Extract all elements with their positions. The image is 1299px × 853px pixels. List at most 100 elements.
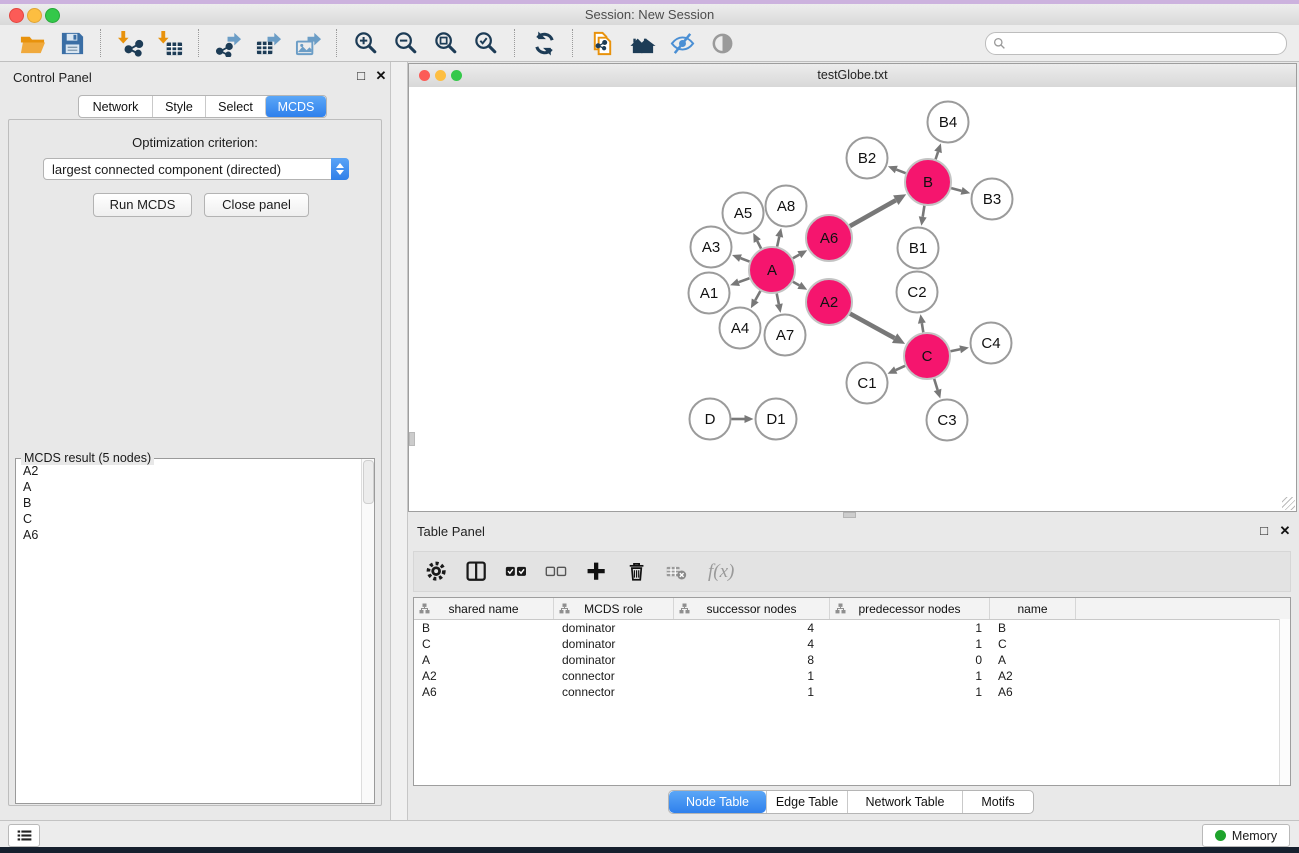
zoom-fit-icon[interactable]: [431, 28, 461, 58]
zoom-selected-icon[interactable]: [471, 28, 501, 58]
control-panel-close-icon[interactable]: ✕: [373, 68, 389, 84]
tab-node-table[interactable]: Node Table: [669, 791, 766, 813]
graph-node-B1[interactable]: B1: [898, 228, 939, 269]
mcds-result-item[interactable]: A: [23, 479, 362, 495]
import-network-icon[interactable]: [115, 28, 145, 58]
function-builder-icon[interactable]: f(x): [708, 561, 734, 583]
table-row[interactable]: Bdominator41B: [414, 620, 1290, 636]
column-header-MCDS-role[interactable]: MCDS role: [554, 598, 674, 619]
table-row[interactable]: Adominator80A: [414, 652, 1290, 668]
optimization-criterion-select[interactable]: largest connected component (directed): [43, 158, 349, 180]
graph-edge-B-B2[interactable]: [888, 166, 906, 173]
graph-edge-B-B4[interactable]: [934, 143, 942, 159]
graph-edge-C-C1[interactable]: [888, 366, 906, 374]
graph-edge-A-A1[interactable]: [730, 278, 749, 286]
graph-edge-B-B1[interactable]: [919, 206, 927, 226]
graph-edge-C-C2[interactable]: [918, 314, 926, 332]
export-table-icon[interactable]: [253, 28, 283, 58]
graph-node-C1[interactable]: C1: [847, 363, 888, 404]
table-row[interactable]: A2connector11A2: [414, 668, 1290, 684]
column-header-shared-name[interactable]: shared name: [414, 598, 554, 619]
export-image-icon[interactable]: [293, 28, 323, 58]
graph-edge-A-A3[interactable]: [732, 254, 749, 261]
table-panel-float-icon[interactable]: □: [1256, 523, 1272, 538]
show-view-icon[interactable]: [707, 28, 737, 58]
mcds-result-item[interactable]: A6: [23, 527, 362, 543]
column-header-successor-nodes[interactable]: successor nodes: [674, 598, 830, 619]
columns-icon[interactable]: [464, 559, 490, 585]
tab-edge-table[interactable]: Edge Table: [766, 791, 847, 813]
graph-edge-C-C3[interactable]: [934, 379, 942, 399]
graph-node-C2[interactable]: C2: [897, 272, 938, 313]
tab-style[interactable]: Style: [152, 96, 205, 117]
refresh-icon[interactable]: [529, 28, 559, 58]
memory-button[interactable]: Memory: [1202, 824, 1290, 847]
search-input[interactable]: [1006, 34, 1286, 52]
window-resize-grip[interactable]: [1282, 497, 1295, 510]
select-all-icon[interactable]: [504, 559, 530, 585]
add-column-icon[interactable]: [584, 559, 610, 585]
table-row[interactable]: Cdominator41C: [414, 636, 1290, 652]
graph-node-B[interactable]: B: [905, 159, 951, 205]
control-panel-float-icon[interactable]: □: [353, 68, 369, 83]
tab-network[interactable]: Network: [79, 96, 152, 117]
tab-network-table[interactable]: Network Table: [847, 791, 962, 813]
graph-edge-A2-C[interactable]: [850, 314, 905, 344]
export-network-icon[interactable]: [213, 28, 243, 58]
graph-node-A4[interactable]: A4: [720, 308, 761, 349]
deselect-all-icon[interactable]: [544, 559, 570, 585]
graph-node-B2[interactable]: B2: [847, 138, 888, 179]
graph-edge-B-B3[interactable]: [951, 187, 970, 195]
column-header-name[interactable]: name: [990, 598, 1076, 619]
graph-node-D1[interactable]: D1: [756, 399, 797, 440]
graph-node-A7[interactable]: A7: [765, 315, 806, 356]
settings-icon[interactable]: [424, 559, 450, 585]
mcds-result-item[interactable]: A2: [23, 463, 362, 479]
graph-node-A[interactable]: A: [749, 247, 795, 293]
graph-node-B4[interactable]: B4: [928, 102, 969, 143]
mcds-result-item[interactable]: B: [23, 495, 362, 511]
graph-node-A8[interactable]: A8: [766, 186, 807, 227]
graph-edge-A-A6[interactable]: [793, 250, 807, 258]
graph-edge-A-A4[interactable]: [751, 291, 761, 308]
graph-edge-A-A7[interactable]: [775, 294, 783, 313]
graph-node-D[interactable]: D: [690, 399, 731, 440]
graph-node-B3[interactable]: B3: [972, 179, 1013, 220]
graph-node-A1[interactable]: A1: [689, 273, 730, 314]
delete-table-icon[interactable]: [664, 559, 690, 585]
mcds-result-scrollbar[interactable]: [361, 459, 374, 803]
new-network-from-selection-icon[interactable]: [587, 28, 617, 58]
graph-edge-A-A8[interactable]: [775, 228, 783, 247]
close-panel-button[interactable]: Close panel: [204, 193, 309, 217]
graph-node-C4[interactable]: C4: [971, 323, 1012, 364]
graph-node-A3[interactable]: A3: [691, 227, 732, 268]
delete-column-icon[interactable]: [624, 559, 650, 585]
mcds-result-list[interactable]: A2ABCA6: [16, 463, 362, 803]
network-window-titlebar[interactable]: testGlobe.txt: [409, 64, 1296, 88]
graph-node-C3[interactable]: C3: [927, 400, 968, 441]
tab-select[interactable]: Select: [205, 96, 265, 117]
hide-view-icon[interactable]: [667, 28, 697, 58]
graph-node-C[interactable]: C: [904, 333, 950, 379]
open-session-icon[interactable]: [17, 28, 47, 58]
graph-node-A5[interactable]: A5: [723, 193, 764, 234]
graph-edge-C-C4[interactable]: [951, 345, 969, 353]
column-header-predecessor-nodes[interactable]: predecessor nodes: [830, 598, 990, 619]
table-row[interactable]: A6connector11A6: [414, 684, 1290, 700]
graph-node-A2[interactable]: A2: [806, 279, 852, 325]
tab-mcds[interactable]: MCDS: [265, 96, 326, 117]
table-panel-close-icon[interactable]: ✕: [1277, 523, 1293, 539]
import-table-icon[interactable]: [155, 28, 185, 58]
tab-motifs[interactable]: Motifs: [962, 791, 1033, 813]
graph-edge-D-D1[interactable]: [732, 415, 754, 423]
graph-node-A6[interactable]: A6: [806, 215, 852, 261]
network-canvas[interactable]: B4 B2 B B3 A5A8A6 A3 B1 A A1 C2 A2 A4A7 C4 C C1 D D1 C3: [409, 87, 1296, 511]
zoom-out-icon[interactable]: [391, 28, 421, 58]
home-icon[interactable]: [627, 28, 657, 58]
graph-edge-A-A5[interactable]: [753, 233, 761, 249]
graph-edge-A-A2[interactable]: [793, 282, 807, 290]
graph-edge-A6-B[interactable]: [850, 194, 906, 226]
table-vscroll[interactable]: [1279, 619, 1290, 785]
network-vscroll-thumb[interactable]: [409, 432, 415, 446]
panel-selector-button[interactable]: [8, 824, 40, 847]
